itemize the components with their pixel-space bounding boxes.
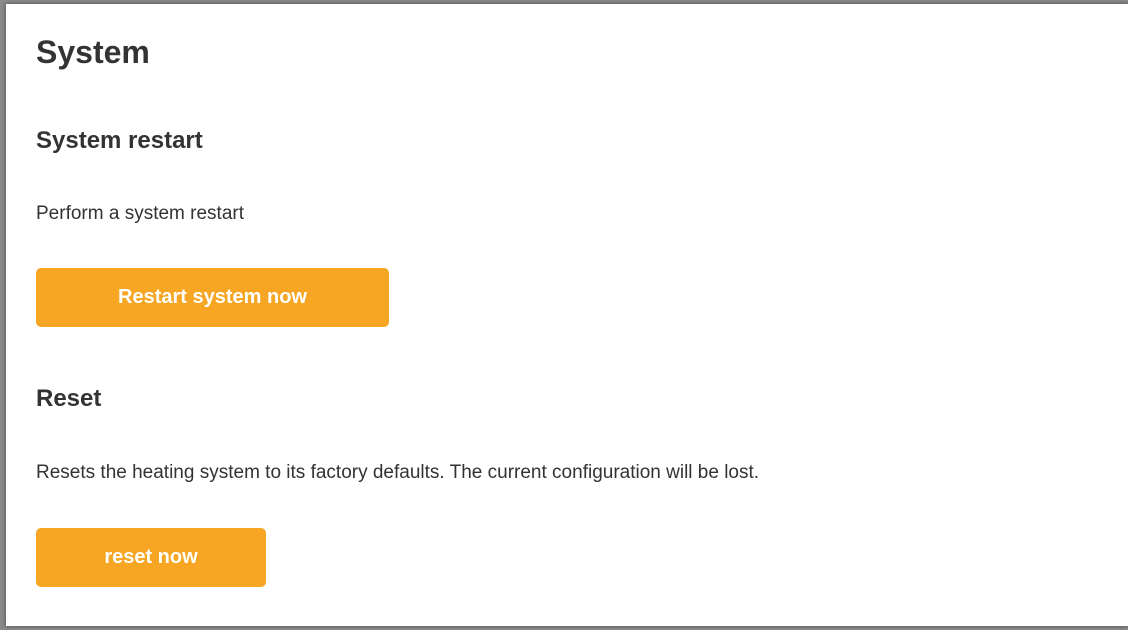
system-panel: System System restart Perform a system r…: [6, 4, 1128, 626]
page-title: System: [36, 34, 150, 70]
reset-now-button[interactable]: reset now: [36, 528, 266, 587]
reset-heading: Reset: [36, 385, 102, 412]
system-restart-heading: System restart: [36, 127, 203, 154]
reset-description: Resets the heating system to its factory…: [36, 462, 760, 483]
system-restart-description: Perform a system restart: [36, 203, 244, 224]
restart-system-button[interactable]: Restart system now: [36, 268, 389, 327]
